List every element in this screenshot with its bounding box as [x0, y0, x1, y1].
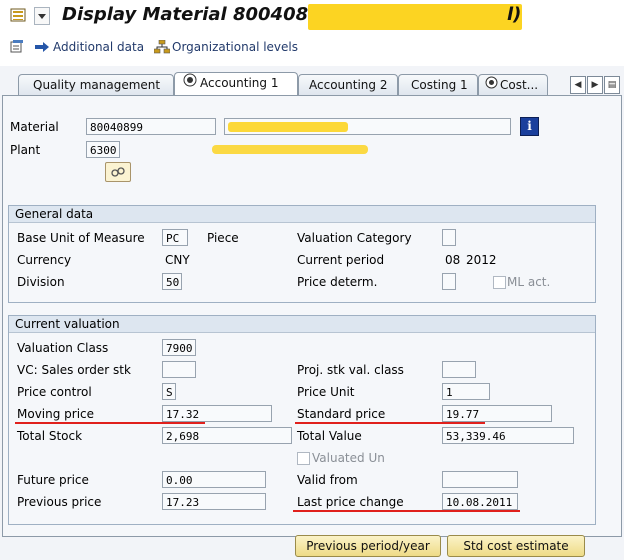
group-header: Current valuation	[9, 316, 595, 333]
price-control-field[interactable]: S	[162, 383, 176, 400]
tab-accounting-1[interactable]: Accounting 1	[174, 72, 298, 96]
plant-label: Plant	[10, 143, 41, 157]
base-uom-text: Piece	[207, 231, 239, 245]
valuated-un-checkbox[interactable]	[297, 452, 310, 465]
standard-price-label: Standard price	[297, 407, 386, 421]
tab-accounting-2[interactable]: Accounting 2	[298, 74, 398, 95]
org-levels-icon[interactable]	[153, 39, 171, 54]
last-price-change-label: Last price change	[297, 495, 404, 509]
price-unit-label: Price Unit	[297, 385, 355, 399]
division-label: Division	[17, 275, 65, 289]
tab-quality-management[interactable]: Quality management	[18, 74, 174, 95]
org-levels-button[interactable]: Organizational levels	[172, 40, 298, 54]
redacted-plant-name	[212, 145, 368, 154]
price-determ-label: Price determ.	[297, 275, 378, 289]
tab-label: Quality management	[33, 78, 161, 92]
plant-link-icon[interactable]	[105, 162, 131, 182]
previous-price-field[interactable]: 17.23	[162, 493, 266, 510]
base-uom-field[interactable]: PC	[162, 229, 188, 246]
total-value-label: Total Value	[297, 429, 362, 443]
group-header: General data	[9, 206, 595, 223]
current-period-year: 2012	[466, 253, 497, 267]
tab-label: Cost...	[500, 78, 539, 92]
standard-price-field[interactable]: 19.77	[442, 405, 552, 422]
current-period-month: 08	[445, 253, 461, 267]
info-icon[interactable]: i	[520, 117, 539, 136]
previous-price-label: Previous price	[17, 495, 102, 509]
currency-value: CNY	[165, 253, 190, 267]
last-price-change-underline	[293, 510, 520, 512]
division-field[interactable]: 50	[162, 273, 182, 290]
valuation-class-field[interactable]: 7900	[162, 339, 196, 356]
tab-active-icon	[183, 73, 197, 94]
vc-sales-order-field[interactable]	[162, 361, 196, 378]
material-field[interactable]: 80040899	[86, 118, 216, 135]
dropdown-icon[interactable]	[34, 7, 50, 25]
future-price-label: Future price	[17, 473, 89, 487]
ml-act-label: ML act.	[507, 275, 551, 289]
material-label: Material	[10, 120, 59, 134]
additional-data-arrow-icon[interactable]	[34, 40, 50, 54]
base-uom-label: Base Unit of Measure	[17, 231, 145, 245]
redacted-title-block	[308, 4, 522, 30]
tab-scroll-right-icon[interactable]: ▶	[587, 76, 603, 94]
moving-price-field[interactable]: 17.32	[162, 405, 272, 422]
price-determ-field[interactable]	[442, 273, 456, 290]
valuation-category-field[interactable]	[442, 229, 456, 246]
additional-data-icon[interactable]	[10, 40, 26, 54]
last-price-change-field[interactable]: 10.08.2011	[442, 493, 518, 510]
current-period-label: Current period	[297, 253, 385, 267]
proj-stk-label: Proj. stk val. class	[297, 363, 404, 377]
proj-stk-field[interactable]	[442, 361, 476, 378]
plant-field[interactable]: 6300	[86, 141, 120, 158]
standard-price-underline	[295, 422, 485, 424]
menu-icon[interactable]	[10, 7, 28, 23]
moving-price-label: Moving price	[17, 407, 95, 421]
tab-costing-more[interactable]: Cost...	[478, 74, 548, 95]
valuation-class-label: Valuation Class	[17, 341, 109, 355]
future-price-field[interactable]: 0.00	[162, 471, 266, 488]
tab-label: Accounting 1	[200, 76, 279, 90]
tab-costing-1[interactable]: Costing 1	[398, 74, 478, 95]
valid-from-field[interactable]	[442, 471, 518, 488]
vc-sales-order-label: VC: Sales order stk	[17, 363, 131, 377]
currency-label: Currency	[17, 253, 72, 267]
page-title-suffix: l)	[507, 4, 522, 25]
tab-label: Accounting 2	[309, 78, 388, 92]
redacted-description	[228, 122, 348, 132]
valuation-category-label: Valuation Category	[297, 231, 412, 245]
total-stock-label: Total Stock	[17, 429, 83, 443]
moving-price-underline	[15, 422, 205, 424]
valuated-un-label: Valuated Un	[312, 451, 385, 465]
page-title: Display Material 80040899 (	[62, 4, 348, 25]
price-control-label: Price control	[17, 385, 92, 399]
total-stock-field[interactable]: 2,698	[162, 427, 292, 444]
ml-act-checkbox[interactable]	[493, 276, 506, 289]
std-cost-estimate-button[interactable]: Std cost estimate	[447, 535, 585, 557]
total-value-field[interactable]: 53,339.46	[442, 427, 574, 444]
tab-label: Costing 1	[411, 78, 468, 92]
tab-scroll-left-icon[interactable]: ◀	[570, 76, 586, 94]
additional-data-button[interactable]: Additional data	[53, 40, 144, 54]
tab-list-icon[interactable]: ▤	[604, 76, 620, 94]
previous-period-button[interactable]: Previous period/year	[295, 535, 441, 557]
valid-from-label: Valid from	[297, 473, 358, 487]
tab-icon	[485, 75, 498, 95]
price-unit-field[interactable]: 1	[442, 383, 490, 400]
